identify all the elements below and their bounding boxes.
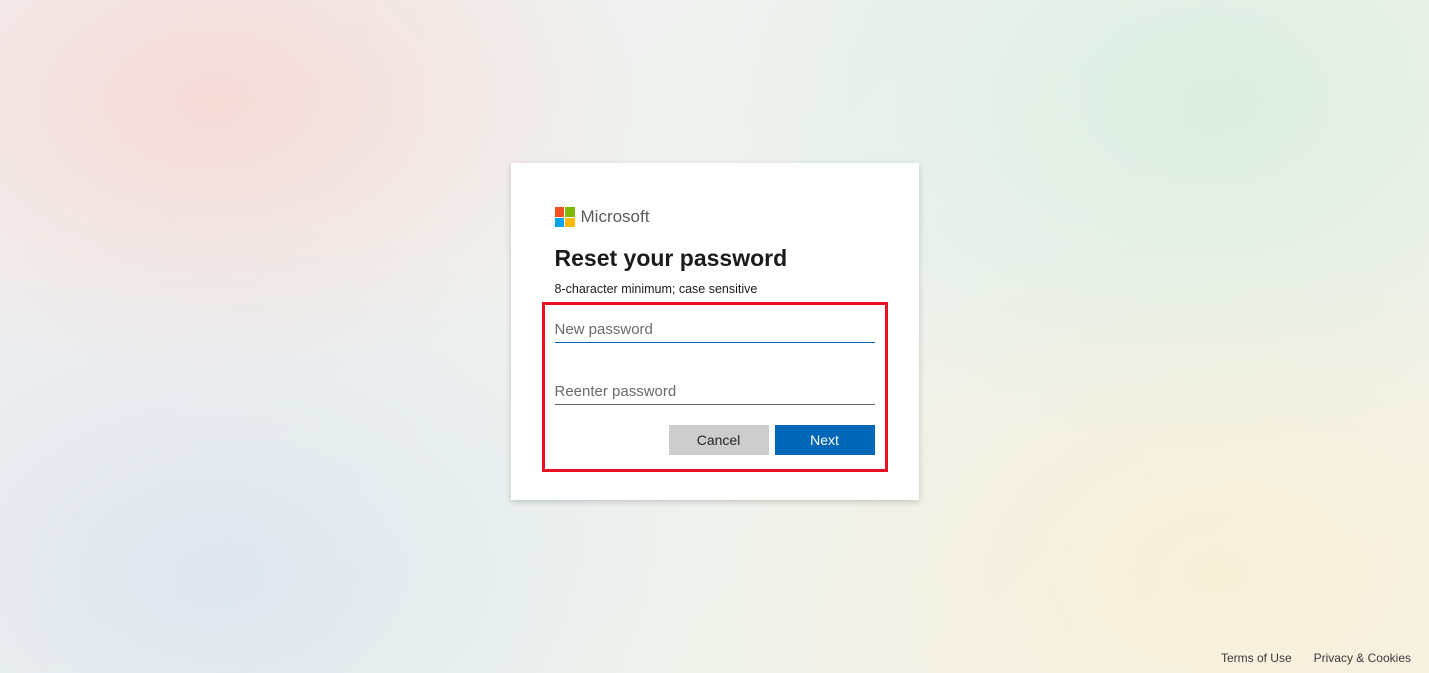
microsoft-logo-icon xyxy=(555,207,575,227)
button-row: Cancel Next xyxy=(555,425,875,455)
highlight-annotation: Cancel Next xyxy=(542,302,888,472)
footer-links: Terms of Use Privacy & Cookies xyxy=(1221,651,1411,665)
brand-row: Microsoft xyxy=(555,207,875,227)
password-hint: 8-character minimum; case sensitive xyxy=(555,282,875,296)
brand-name: Microsoft xyxy=(581,207,650,227)
next-button[interactable]: Next xyxy=(775,425,875,455)
cancel-button[interactable]: Cancel xyxy=(669,425,769,455)
page-title: Reset your password xyxy=(555,245,875,272)
privacy-link[interactable]: Privacy & Cookies xyxy=(1314,651,1411,665)
terms-link[interactable]: Terms of Use xyxy=(1221,651,1292,665)
reset-password-card: Microsoft Reset your password 8-characte… xyxy=(511,163,919,500)
new-password-input[interactable] xyxy=(555,315,875,343)
reenter-password-input[interactable] xyxy=(555,377,875,405)
